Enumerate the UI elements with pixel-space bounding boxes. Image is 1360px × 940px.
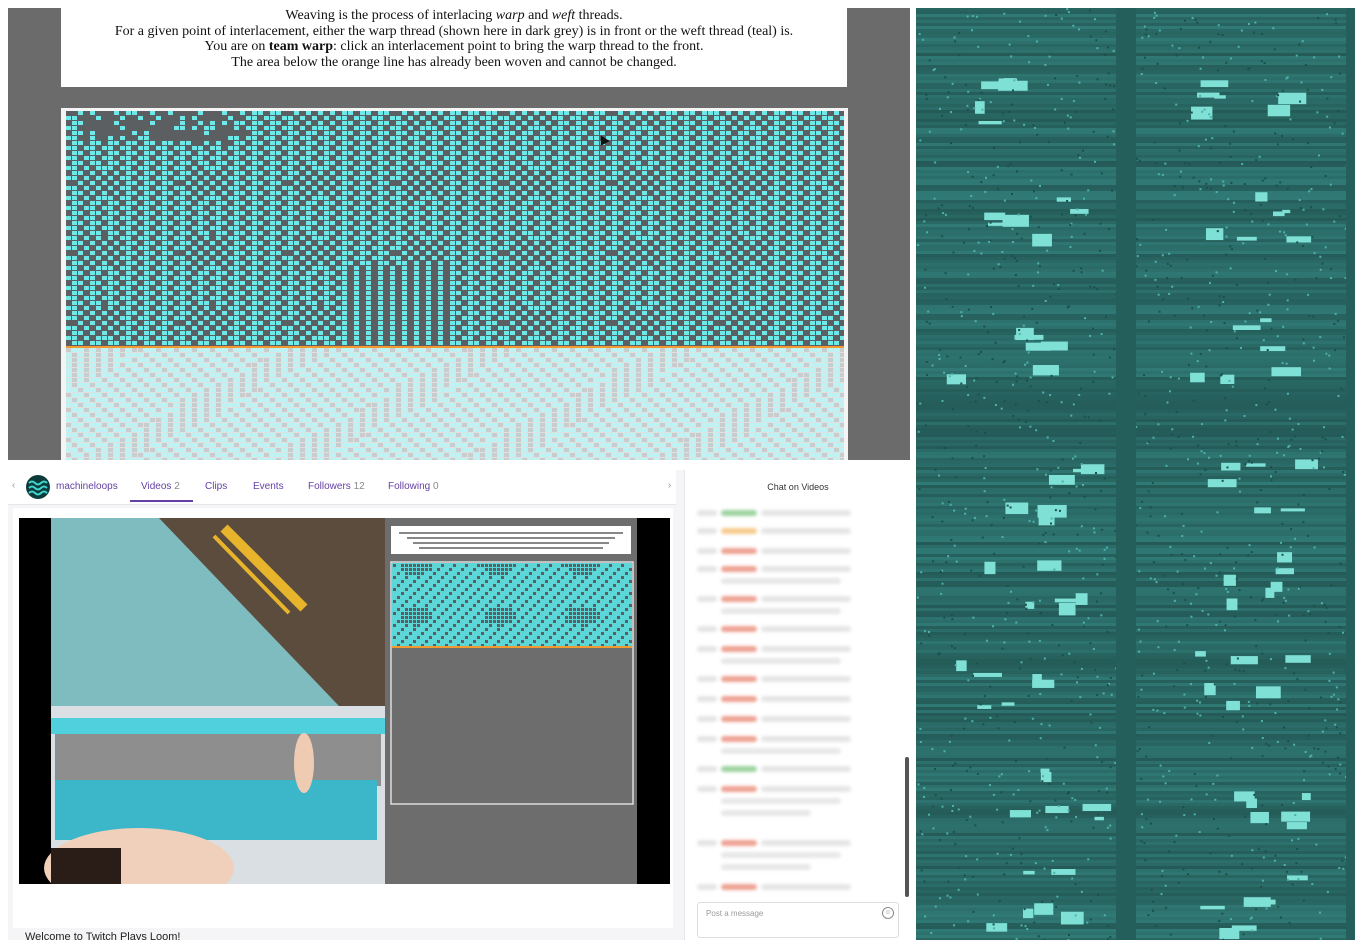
wave-logo-icon — [28, 480, 48, 496]
chat-scrollbar[interactable] — [905, 757, 909, 897]
instruction-line-1: Weaving is the process of interlacing wa… — [285, 8, 623, 23]
twitch-page-screenshot: ‹ machineloops Videos 2 Clips Events Fol… — [8, 470, 910, 940]
video-title: Welcome to Twitch Plays Loom! — [25, 931, 181, 940]
tab-videos[interactable]: Videos 2 — [141, 481, 180, 492]
channel-name-link[interactable]: machineloops — [56, 481, 118, 492]
tab-events[interactable]: Events — [253, 481, 284, 492]
editable-weave-grid[interactable] — [66, 111, 844, 346]
instruction-line-2: For a given point of interlacement, eith… — [114, 23, 794, 39]
tab-following[interactable]: Following 0 — [388, 481, 439, 492]
chat-panel: Chat on Videos Post a message ☺ — [684, 470, 910, 940]
woven-fabric-image — [916, 8, 1355, 940]
scroll-right-icon[interactable]: › — [668, 480, 671, 491]
video-card: Welcome to Twitch Plays Loom! — [13, 508, 673, 940]
tab-clips[interactable]: Clips — [205, 481, 227, 492]
active-tab-indicator — [130, 500, 193, 502]
weaving-app-screenshot: Weaving is the process of interlacing wa… — [8, 8, 910, 460]
chat-title: Chat on Videos — [767, 482, 829, 492]
instruction-line-3: You are on team warp: click an interlace… — [204, 39, 704, 54]
chat-input-placeholder: Post a message — [706, 909, 764, 918]
scroll-left-icon[interactable]: ‹ — [12, 480, 15, 491]
weave-pattern-upper[interactable] — [66, 111, 844, 346]
instructions-box: Weaving is the process of interlacing wa… — [61, 8, 847, 87]
weave-pattern-lower — [66, 348, 844, 460]
video-frame — [44, 518, 670, 884]
video-player[interactable] — [19, 518, 670, 884]
emoji-icon[interactable]: ☺ — [882, 907, 894, 919]
tab-followers[interactable]: Followers 12 — [308, 481, 365, 492]
channel-avatar[interactable] — [26, 475, 50, 499]
woven-area — [66, 348, 844, 460]
woven-fabric-photo — [916, 8, 1355, 940]
chat-message-input[interactable]: Post a message ☺ — [697, 902, 899, 938]
channel-header: ‹ machineloops Videos 2 Clips Events Fol… — [8, 470, 676, 505]
instruction-line-4: The area below the orange line has alrea… — [231, 54, 677, 70]
